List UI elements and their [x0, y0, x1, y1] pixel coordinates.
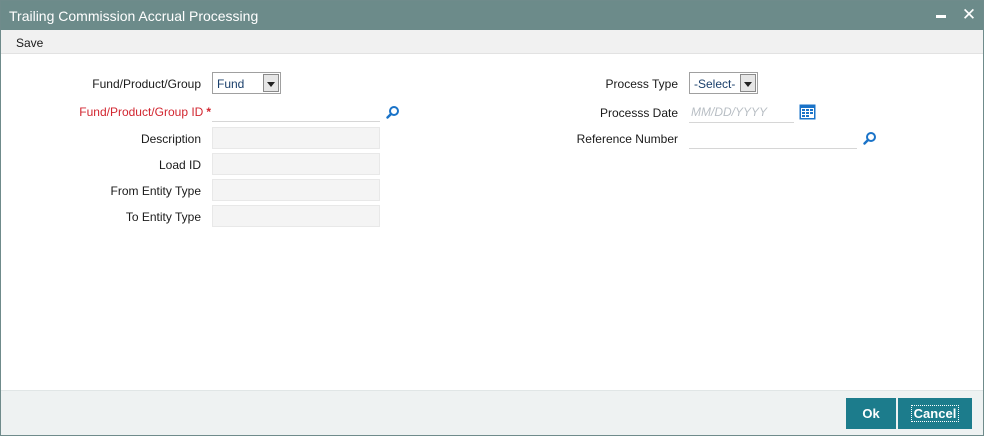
reference-number-label: Reference Number	[576, 132, 678, 146]
reference-number-input[interactable]	[689, 127, 857, 149]
cancel-button[interactable]: Cancel	[898, 398, 972, 429]
chevron-down-icon[interactable]	[740, 74, 756, 92]
load-id-field	[212, 153, 380, 175]
process-date-input[interactable]: MM/DD/YYYY	[689, 101, 794, 123]
search-icon[interactable]	[386, 105, 400, 119]
to-entity-type-field	[212, 205, 380, 227]
close-icon[interactable]: ✕	[959, 4, 979, 26]
from-entity-type-label: From Entity Type	[110, 184, 201, 198]
required-marker: *	[206, 105, 211, 119]
dialog-footer: Ok Cancel	[1, 390, 983, 435]
chevron-down-icon[interactable]	[263, 74, 279, 92]
fund-product-group-select[interactable]: Fund	[212, 72, 281, 94]
fund-product-group-value: Fund	[217, 77, 245, 91]
description-field	[212, 127, 380, 149]
dialog-window: Trailing Commission Accrual Processing ✕…	[0, 0, 984, 436]
process-date-placeholder: MM/DD/YYYY	[691, 105, 768, 119]
to-entity-type-label: To Entity Type	[125, 210, 201, 224]
from-entity-type-field	[212, 179, 380, 201]
window-title: Trailing Commission Accrual Processing	[9, 8, 259, 24]
fund-product-group-id-label: Fund/Product/Group ID *	[41, 105, 211, 119]
fund-product-group-id-input[interactable]	[212, 100, 380, 122]
calendar-icon[interactable]	[799, 104, 816, 120]
load-id-label: Load ID	[158, 158, 201, 172]
search-icon[interactable]	[863, 131, 877, 145]
title-bar: Trailing Commission Accrual Processing ✕	[1, 1, 983, 30]
save-menu-item[interactable]: Save	[16, 36, 43, 50]
description-label: Description	[140, 132, 201, 146]
minimize-icon[interactable]	[932, 4, 952, 26]
process-type-label: Process Type	[605, 77, 678, 91]
process-type-value: -Select-	[694, 77, 736, 91]
cancel-button-label: Cancel	[911, 405, 959, 422]
menu-bar: Save	[1, 30, 983, 54]
fund-product-group-id-label-text: Fund/Product/Group ID	[79, 105, 204, 119]
fund-product-group-label: Fund/Product/Group	[92, 77, 201, 91]
process-date-label: Processs Date	[599, 106, 678, 120]
ok-button[interactable]: Ok	[846, 398, 896, 429]
process-type-select[interactable]: -Select-	[689, 72, 758, 94]
